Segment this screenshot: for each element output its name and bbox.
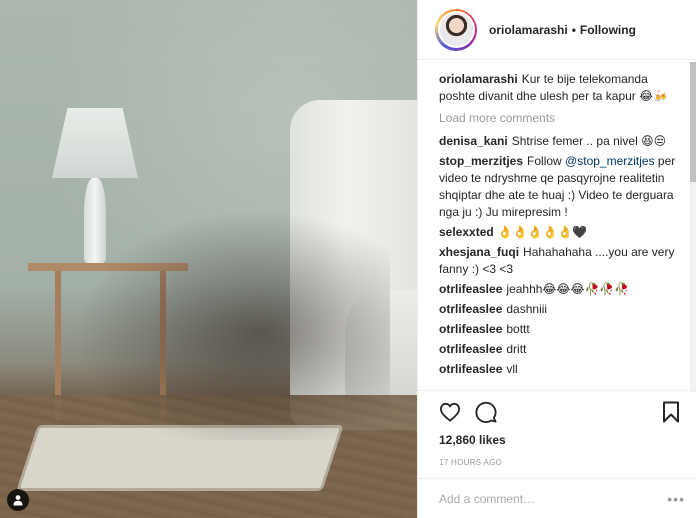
avatar-story-ring[interactable] [435, 8, 477, 51]
comment-item: otrlifeaslee dashniii [439, 301, 679, 318]
post-photo[interactable] [0, 0, 417, 518]
comment-text: Follow [527, 154, 566, 168]
comment-username[interactable]: otrlifeaslee [439, 322, 502, 336]
more-options-icon[interactable]: ••• [667, 491, 685, 507]
user-tag-icon[interactable] [7, 489, 29, 511]
bookmark-icon[interactable] [659, 400, 683, 424]
load-more-comments-button[interactable]: Load more comments [439, 111, 696, 125]
comment-item: otrlifeaslee jeahhh😂😂😂🥀🥀🥀 [439, 281, 679, 298]
comment-text: 👌👌👌👌👌🖤 [497, 225, 588, 239]
comment-text: jeahhh😂😂😂🥀🥀🥀 [506, 282, 630, 296]
comment-mention-link[interactable]: @stop_merzitjes [565, 154, 655, 168]
comment-username[interactable]: otrlifeaslee [439, 342, 502, 356]
post-header: oriolamarashi • Following [418, 0, 696, 60]
post-actions: 12,860 likes 17 HOURS AGO [418, 390, 696, 467]
comments-list: oriolamarashi Kur te bije telekomanda pos… [418, 60, 696, 388]
heart-icon[interactable] [438, 400, 462, 424]
comment-username[interactable]: otrlifeaslee [439, 302, 502, 316]
author-username[interactable]: oriolamarashi [489, 23, 568, 37]
comment-username[interactable]: xhesjana_fuqi [439, 245, 519, 259]
instagram-post: oriolamarashi • Following oriolamarashi K… [0, 0, 696, 518]
following-button[interactable]: Following [580, 23, 636, 37]
photo-subject-area [60, 200, 390, 440]
add-comment-input[interactable] [439, 491, 668, 506]
post-side-panel: oriolamarashi • Following oriolamarashi K… [417, 0, 696, 518]
comment-text: dritt [506, 342, 527, 356]
comment-username[interactable]: selexxted [439, 225, 494, 239]
post-timestamp[interactable]: 17 HOURS AGO [418, 458, 696, 467]
comment-item: otrlifeaslee dritt [439, 341, 679, 358]
caption-username[interactable]: oriolamarashi [439, 72, 518, 86]
avatar[interactable] [437, 11, 475, 48]
comment-item: denisa_kani Shtrise femer .. pa nivel 😆😒 [439, 133, 679, 150]
add-comment-bar: ••• [418, 478, 696, 518]
post-caption: oriolamarashi Kur te bije telekomanda pos… [439, 71, 679, 105]
comment-text: Shtrise femer .. pa nivel 😆😒 [511, 134, 667, 148]
comment-text: vll [506, 362, 518, 376]
comment-item: otrlifeaslee bottt [439, 321, 679, 338]
comment-username[interactable]: denisa_kani [439, 134, 508, 148]
comment-username[interactable]: stop_merzitjes [439, 154, 523, 168]
header-separator: • [571, 22, 576, 37]
comment-text: bottt [506, 322, 530, 336]
comment-text: dashniii [506, 302, 548, 316]
comment-item: stop_merzitjes Follow @stop_merzitjes per… [439, 153, 679, 221]
comment-bubble-icon[interactable] [474, 400, 498, 424]
comment-username[interactable]: otrlifeaslee [439, 282, 502, 296]
action-icons-row [418, 391, 696, 433]
comment-item: selexxted 👌👌👌👌👌🖤 [439, 224, 679, 241]
comment-item: otrlifeaslee vll [439, 361, 679, 378]
likes-count[interactable]: 12,860 likes [418, 433, 696, 447]
comment-username[interactable]: otrlifeaslee [439, 362, 502, 376]
comment-item: xhesjana_fuqi Hahahahaha ....you are very… [439, 244, 679, 278]
